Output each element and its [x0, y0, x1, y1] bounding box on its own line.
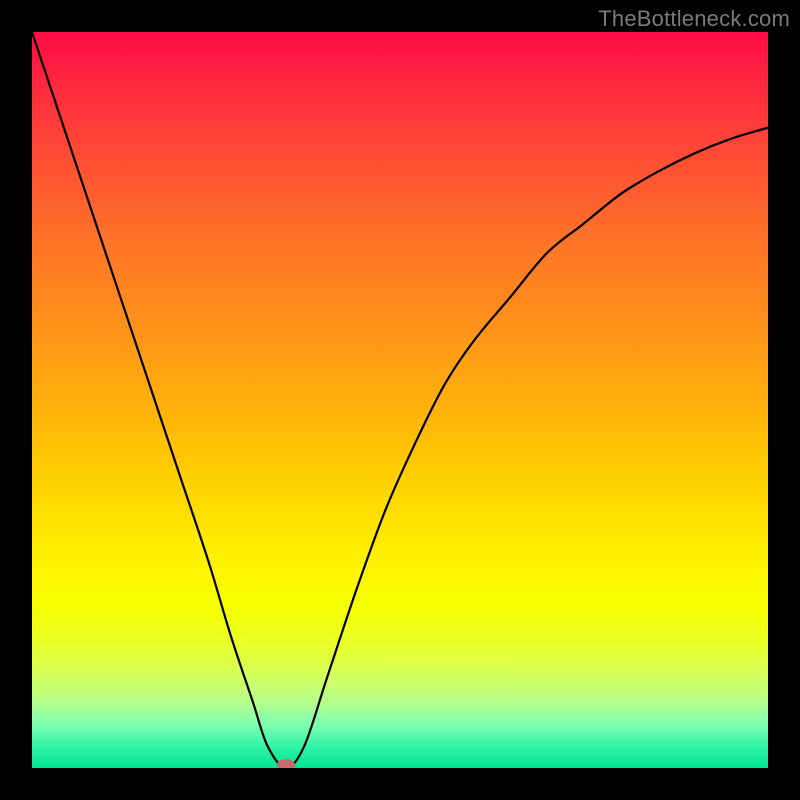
min-marker: [277, 759, 295, 768]
watermark-text: TheBottleneck.com: [598, 6, 790, 32]
chart-frame: TheBottleneck.com: [0, 0, 800, 800]
bottleneck-curve: [32, 32, 768, 768]
plot-area: [32, 32, 768, 768]
